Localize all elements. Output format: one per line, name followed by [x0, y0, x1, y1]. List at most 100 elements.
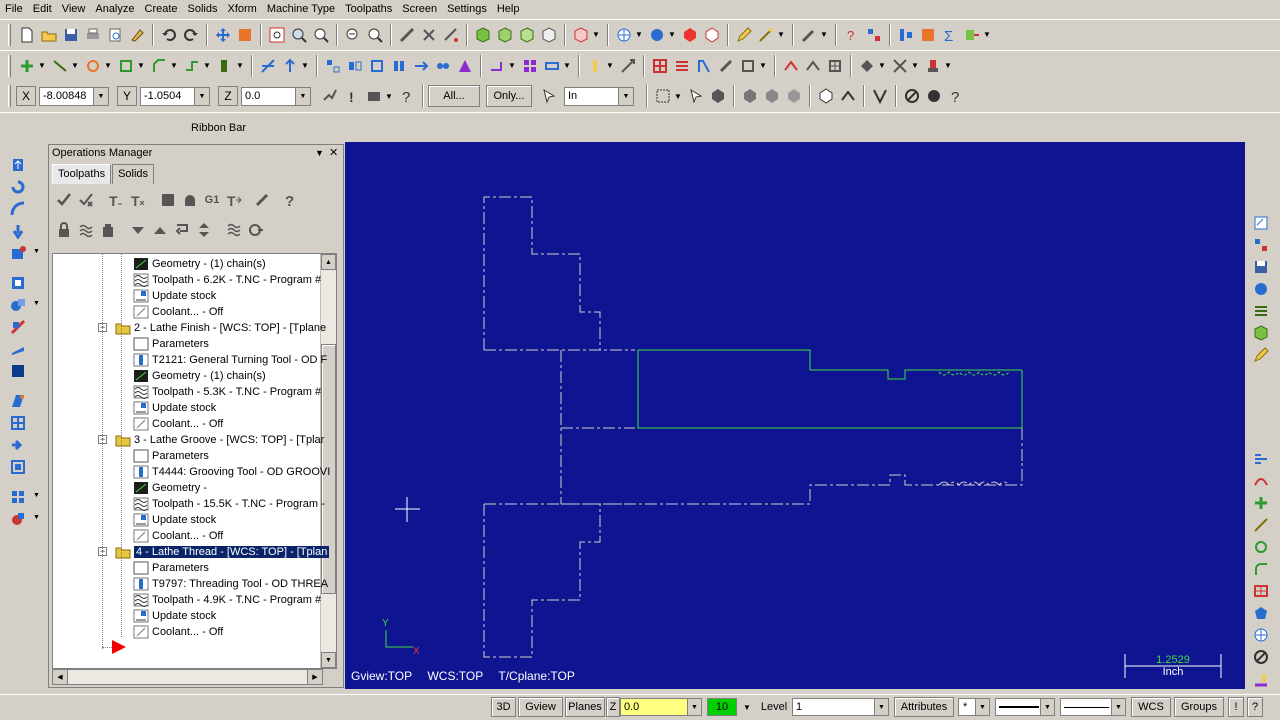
solid-sweep-icon[interactable] [9, 200, 27, 218]
tree-item[interactable]: Geometry - (1) chain(s) [133, 368, 266, 384]
tree-item[interactable]: Coolant... - Off [133, 528, 223, 544]
save-ops-icon[interactable] [1252, 258, 1270, 276]
toggle-post-icon[interactable] [99, 221, 117, 239]
print-icon[interactable] [83, 25, 103, 45]
menu-solids[interactable]: Solids [183, 0, 223, 18]
unzoom-icon[interactable] [343, 25, 363, 45]
arc-tool-icon[interactable] [1252, 538, 1270, 556]
x-coord-label[interactable]: X [16, 86, 36, 106]
post-ops-icon[interactable]: G1 [203, 191, 221, 209]
chevron-down-icon[interactable]: ▼ [1111, 699, 1125, 715]
select-face-icon[interactable] [762, 86, 782, 106]
y-coord-label[interactable]: Y [117, 86, 137, 106]
post-icon[interactable] [962, 25, 982, 45]
tree-item[interactable]: Coolant... - Off [133, 416, 223, 432]
toolbar-grip[interactable] [8, 23, 11, 46]
cursor-settings-icon[interactable] [364, 86, 384, 106]
move-ops-icon[interactable] [1252, 280, 1270, 298]
context-help-button[interactable]: ? [1247, 697, 1263, 717]
xform-array-icon[interactable] [433, 56, 453, 76]
gview-iso-icon[interactable] [473, 25, 493, 45]
operation-folder[interactable]: 3 - Lathe Groove - [WCS: TOP] - [Tplar [115, 432, 324, 448]
analyze-entity-icon[interactable] [419, 25, 439, 45]
chevron-down-icon[interactable]: ▼ [1040, 699, 1054, 715]
zoom-out-icon[interactable] [365, 25, 385, 45]
menu-xform[interactable]: Xform [223, 0, 262, 18]
cube-view-icon[interactable] [571, 25, 591, 45]
regenerate-all-icon[interactable]: T [107, 191, 125, 209]
surface-ops-icon[interactable] [1252, 302, 1270, 320]
add-icon[interactable] [1252, 494, 1270, 512]
move-down-icon[interactable] [129, 221, 147, 239]
tree-item[interactable]: Geometry - [133, 480, 207, 496]
lathe-groove-icon[interactable] [781, 56, 801, 76]
select-chain-icon[interactable] [838, 86, 858, 106]
shaded-icon[interactable] [680, 25, 700, 45]
tree-item[interactable]: Update stock [133, 400, 216, 416]
scroll-up-icon[interactable]: ▲ [321, 254, 336, 270]
edit-ops-icon[interactable] [1252, 214, 1270, 232]
gview-side-icon[interactable] [539, 25, 559, 45]
attributes-button[interactable]: Attributes [894, 697, 954, 717]
tree-item[interactable]: Update stock [133, 512, 216, 528]
create-circle-icon[interactable] [83, 56, 103, 76]
toolbar-grip[interactable] [8, 85, 11, 107]
lathe-stock-icon[interactable] [650, 56, 670, 76]
select-edge-icon[interactable] [784, 86, 804, 106]
misc-op-icon[interactable] [857, 56, 877, 76]
menu-view[interactable]: View [57, 0, 91, 18]
lathe-drill-icon[interactable] [716, 56, 736, 76]
scroll-down-icon[interactable]: ▼ [321, 652, 336, 668]
solid-extrude-icon[interactable] [9, 156, 27, 174]
tree-item[interactable]: T9797: Threading Tool - OD THREA [133, 576, 328, 592]
selection-mode-select[interactable]: In ▼ [564, 86, 634, 106]
backplot-icon[interactable] [896, 25, 916, 45]
scroll-right-icon[interactable]: ▶ [307, 670, 322, 684]
solid-ops-icon[interactable] [1252, 324, 1270, 342]
new-file-icon[interactable] [17, 25, 37, 45]
marker-icon[interactable] [1252, 346, 1270, 364]
grid-icon[interactable] [520, 56, 540, 76]
line-width-field[interactable]: ▼ [1060, 698, 1126, 716]
level-label[interactable]: Level [757, 697, 791, 717]
clear-icon[interactable] [127, 25, 147, 45]
show-only-selected-icon[interactable] [225, 221, 243, 239]
xform-offset-icon[interactable] [411, 56, 431, 76]
chain-icon[interactable] [542, 56, 562, 76]
lock-icon[interactable] [55, 221, 73, 239]
insert-after-icon[interactable] [173, 221, 191, 239]
polygon-tool-icon[interactable] [1252, 604, 1270, 622]
pencil-icon[interactable] [734, 25, 754, 45]
tailstock-icon[interactable] [923, 56, 943, 76]
solid-loft-icon[interactable] [9, 222, 27, 240]
scroll-to-insert-icon[interactable] [195, 221, 213, 239]
menu-toolpaths[interactable]: Toolpaths [340, 0, 397, 18]
standard-select-icon[interactable] [686, 86, 706, 106]
chevron-down-icon[interactable]: ▼ [295, 87, 310, 105]
create-point-icon[interactable] [17, 56, 37, 76]
operations-list-icon[interactable] [1252, 236, 1270, 254]
solid-revolve-icon[interactable] [9, 178, 27, 196]
tree-item[interactable]: Geometry - (1) chain(s) [133, 256, 266, 272]
solid-boolean-icon[interactable] [9, 296, 27, 314]
create-fillet-icon[interactable] [116, 56, 136, 76]
level-field[interactable]: 1 ▼ [792, 698, 889, 716]
toggle-help-button[interactable]: ! [1228, 697, 1244, 717]
z-coord-label[interactable]: Z [218, 86, 238, 106]
auto-cursor-icon[interactable]: ! [342, 86, 362, 106]
tree-item[interactable]: T4444: Grooving Tool - OD GROOVI [133, 464, 330, 480]
highlight-icon[interactable] [585, 56, 605, 76]
tool-icon[interactable] [799, 25, 819, 45]
zoom-target-icon[interactable] [311, 25, 331, 45]
menu-edit[interactable]: Edit [28, 0, 57, 18]
selection-cursor-icon[interactable] [539, 86, 559, 106]
menu-file[interactable]: File [0, 0, 28, 18]
planes-button[interactable]: Planes [565, 697, 605, 717]
z-depth-field[interactable]: 0.0 ▼ [620, 698, 702, 716]
break-icon[interactable] [280, 56, 300, 76]
toggle-display-icon[interactable] [77, 221, 95, 239]
select-body-icon[interactable] [740, 86, 760, 106]
solid-color-icon[interactable] [9, 510, 27, 528]
solid-history-icon[interactable] [9, 488, 27, 506]
chevron-down-icon[interactable]: ▼ [874, 699, 888, 715]
